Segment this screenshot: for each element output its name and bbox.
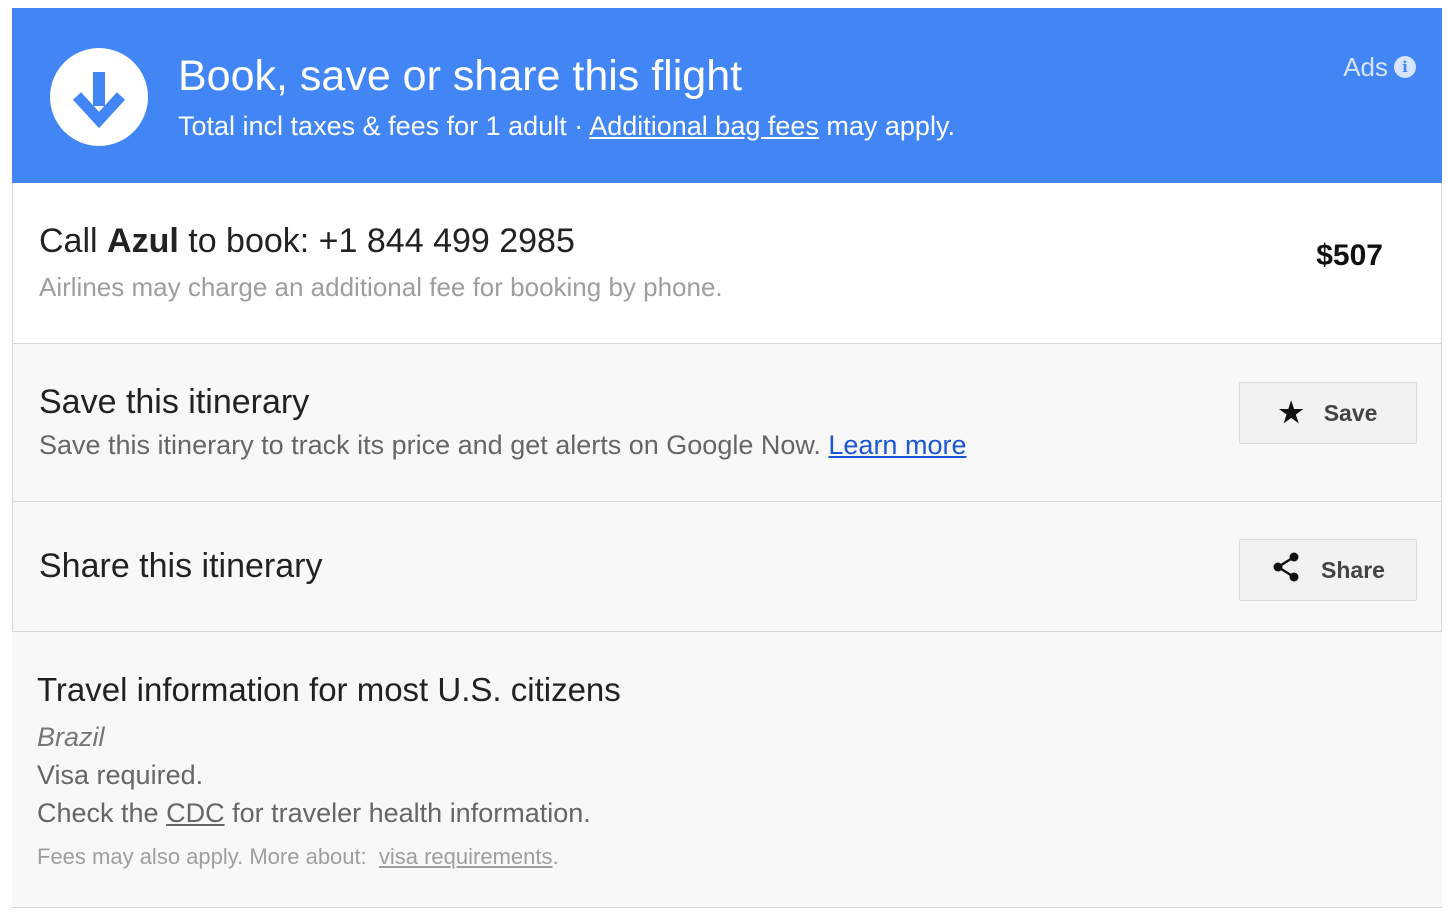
download-arrow-icon: [50, 48, 148, 146]
visa-requirements-link[interactable]: visa requirements: [379, 844, 553, 869]
fees-text: Fees may also apply. More about:: [37, 844, 373, 869]
fees-end: .: [552, 844, 559, 869]
save-description-text: Save this itinerary to track its price a…: [39, 430, 829, 460]
fees-note: Fees may also apply. More about: visa re…: [37, 844, 559, 870]
call-line: Call Azul to book: +1 844 499 2985: [39, 221, 575, 261]
header-subtitle-suffix: may apply.: [818, 111, 955, 141]
share-icon: [1271, 551, 1301, 589]
call-prefix: Call: [39, 222, 108, 260]
save-button[interactable]: ★ Save: [1239, 382, 1417, 444]
header-title: Book, save or share this flight: [178, 52, 743, 100]
share-button-label: Share: [1321, 556, 1385, 583]
save-button-label: Save: [1323, 399, 1378, 426]
call-phone: to book: +1 844 499 2985: [178, 222, 575, 260]
info-icon[interactable]: i: [1394, 56, 1416, 78]
share-itinerary-row: Share this itinerary Share: [12, 502, 1442, 632]
visa-status: Visa required.: [37, 760, 204, 790]
cdc-link[interactable]: CDC: [166, 798, 225, 828]
save-itinerary-row: Save this itinerary Save this itinerary …: [12, 344, 1442, 502]
ads-label[interactable]: Ads i: [1343, 52, 1416, 82]
star-icon: ★: [1278, 397, 1304, 428]
call-note: Airlines may charge an additional fee fo…: [39, 272, 723, 302]
header-subtitle-prefix: Total incl taxes & fees for 1 adult ·: [178, 111, 590, 141]
cdc-info: Check the CDC for traveler health inform…: [37, 798, 591, 829]
header-subtitle: Total incl taxes & fees for 1 adult · Ad…: [178, 109, 955, 143]
ads-text: Ads: [1343, 52, 1388, 82]
airline-name: Azul: [107, 222, 179, 260]
price: $507: [1316, 239, 1383, 272]
cdc-prefix: Check the: [37, 798, 167, 828]
call-to-book-row: Call Azul to book: +1 844 499 2985 Airli…: [12, 183, 1442, 344]
travel-info-section: Travel information for most U.S. citizen…: [12, 632, 1442, 908]
save-title: Save this itinerary: [39, 383, 310, 421]
travel-country: Brazil: [37, 722, 105, 752]
cdc-suffix: for traveler health information.: [224, 798, 591, 828]
travel-info-title: Travel information for most U.S. citizen…: [37, 671, 621, 708]
booking-header: Book, save or share this flight Total in…: [12, 8, 1442, 183]
booking-card: Book, save or share this flight Total in…: [12, 8, 1442, 908]
bag-fees-link[interactable]: Additional bag fees: [589, 111, 819, 141]
learn-more-link[interactable]: Learn more: [828, 430, 966, 460]
share-title: Share this itinerary: [39, 547, 323, 585]
save-description: Save this itinerary to track its price a…: [39, 428, 966, 462]
share-button[interactable]: Share: [1239, 539, 1417, 601]
